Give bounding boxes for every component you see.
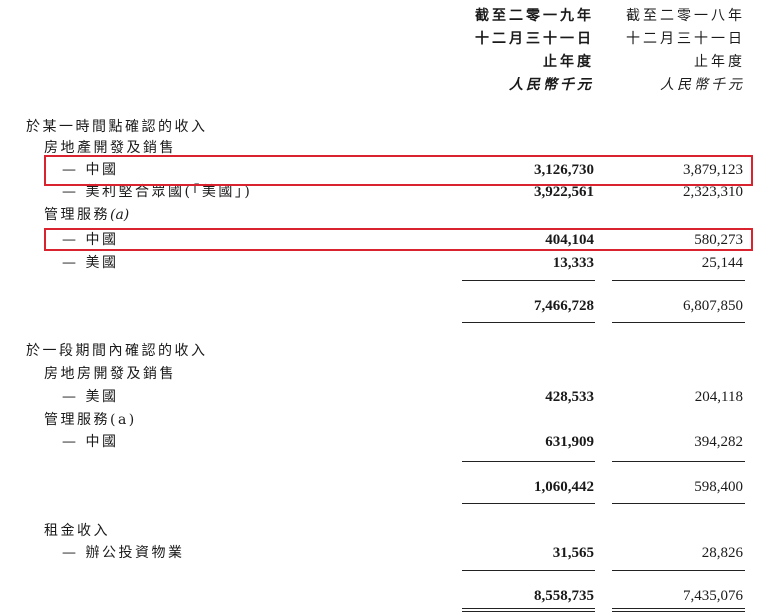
header-2019-line1: 截至二零一九年 bbox=[475, 8, 594, 24]
section1-rule-2019 bbox=[462, 280, 595, 281]
header-2018-line4: 人民幣千元 bbox=[660, 77, 745, 93]
header-2018-line3: 止年度 bbox=[694, 54, 745, 70]
header-2018-line2: 十二月三十一日 bbox=[626, 31, 745, 47]
section2-title: 於一段期間內確認的收入 bbox=[26, 343, 208, 359]
section1-row4-2018: 25,144 bbox=[701, 255, 743, 271]
section2-subheading-property: 房地房開發及銷售 bbox=[44, 366, 176, 382]
header-2019-line3: 止年度 bbox=[543, 54, 594, 70]
header-2018-line1: 截至二零一八年 bbox=[626, 8, 745, 24]
section2-rule-2019 bbox=[462, 461, 595, 462]
grand-total-double-rule-2018-bottom bbox=[612, 611, 745, 612]
section1-title: 於某一時間點確認的收入 bbox=[26, 119, 208, 135]
section3-rule-2018 bbox=[612, 570, 745, 571]
header-2019-line4: 人民幣千元 bbox=[509, 77, 594, 93]
section1-total-rule-2018 bbox=[612, 322, 745, 323]
section3-row1-2018: 28,826 bbox=[701, 545, 743, 561]
grand-total-double-rule-2018-top bbox=[612, 608, 745, 609]
section3-rule-2019 bbox=[462, 570, 595, 571]
section1-rule-2018 bbox=[612, 280, 745, 281]
section3-row1-label: — 辦公投資物業 bbox=[62, 545, 185, 561]
grand-total-double-rule-2019-bottom bbox=[462, 611, 595, 612]
grand-total-double-rule-2019-top bbox=[462, 608, 595, 609]
section2-row1-2019: 428,533 bbox=[545, 389, 594, 405]
section2-subheading-management: 管理服務(a) bbox=[44, 412, 137, 428]
section2-row1-label: — 美國 bbox=[62, 389, 119, 405]
section2-rule-2018 bbox=[612, 461, 745, 462]
section3-title: 租金收入 bbox=[44, 523, 110, 539]
section1-row4-label: — 美國 bbox=[62, 255, 119, 271]
header-2019-line2: 十二月三十一日 bbox=[475, 31, 594, 47]
section2-row2-label: — 中國 bbox=[62, 434, 119, 450]
section3-row1-2019: 31,565 bbox=[552, 545, 594, 561]
section1-total-2018: 6,807,850 bbox=[683, 298, 743, 314]
section2-row2-2018: 394,282 bbox=[694, 434, 743, 450]
grand-total-2019: 8,558,735 bbox=[534, 588, 594, 604]
grand-total-2018: 7,435,076 bbox=[683, 588, 743, 604]
section2-total-2018: 598,400 bbox=[694, 479, 743, 495]
section2-total-2019: 1,060,442 bbox=[534, 479, 594, 495]
section1-row4-2019: 13,333 bbox=[552, 255, 594, 271]
section1-subheading-management: 管理服務(a) bbox=[44, 207, 130, 223]
section1-total-2019: 7,466,728 bbox=[534, 298, 594, 314]
section2-total-rule-2019 bbox=[462, 503, 595, 504]
section1-total-rule-2019 bbox=[462, 322, 595, 323]
highlight-box-china-property bbox=[44, 155, 753, 186]
section2-row1-2018: 204,118 bbox=[694, 389, 743, 405]
section2-row2-2019: 631,909 bbox=[545, 434, 594, 450]
highlight-box-china-management bbox=[44, 228, 753, 251]
section2-total-rule-2018 bbox=[612, 503, 745, 504]
